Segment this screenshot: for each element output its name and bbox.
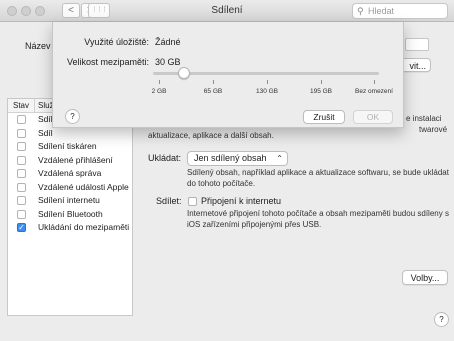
service-checkbox[interactable] — [17, 196, 26, 205]
computer-name-field[interactable] — [405, 38, 429, 51]
share-description: Internetové připojení tohoto počítače a … — [187, 209, 449, 229]
service-name: Vzdálené přihlášení — [38, 154, 113, 165]
slider-tick — [159, 80, 160, 84]
service-checkbox[interactable] — [17, 128, 26, 138]
service-name: Sdílení tiskáren — [38, 141, 97, 151]
search-field[interactable]: ⚲ Hledat — [352, 3, 448, 19]
checkmark-icon[interactable]: ✓ — [17, 223, 26, 232]
internet-sharing-label: Připojení k internetu — [201, 196, 282, 206]
service-name: Ukládání do mezipaměti — [38, 222, 130, 232]
cache-popup-value: Jen sdílený obsah — [194, 153, 267, 163]
service-name: Vzdálené události Apple — [38, 181, 129, 192]
service-row[interactable]: Sdílení tiskáren — [8, 140, 132, 154]
services-list: Stav Služ Sdíl Sdíl Sdílení tiskáren Vzd… — [7, 98, 133, 316]
service-description-fragment: e instalaci — [406, 114, 442, 123]
service-description-fragment: aktualizace, aplikace a další obsah. — [148, 131, 274, 140]
service-checkbox[interactable] — [17, 115, 26, 124]
slider-tick-label: 195 GB — [309, 88, 333, 95]
slider-tick-label: 65 GB — [203, 88, 223, 95]
title-bar: < > ⋮⋮⋮ Sdílení ⚲ Hledat — [0, 0, 454, 22]
cache-size-value: 30 GB — [155, 57, 181, 67]
slider-tick-label: Bez omezení — [355, 88, 393, 95]
cache-size-label: Velikost mezipaměti: — [66, 57, 149, 67]
slider-tick — [213, 80, 214, 84]
service-name: Sdílení Bluetooth — [38, 208, 103, 219]
ok-button[interactable]: OK — [353, 110, 393, 124]
service-row[interactable]: Sdíl — [8, 127, 132, 141]
slider-tick — [267, 80, 268, 84]
service-description-fragment: twarové — [419, 125, 448, 134]
internet-sharing-checkbox[interactable] — [188, 197, 197, 206]
status-column-header: Stav — [13, 101, 30, 110]
service-row[interactable]: Sdílení internetu — [8, 194, 132, 208]
cache-description: Sdílený obsah, například aplikace a aktu… — [187, 168, 449, 188]
service-name: Sdílení internetu — [38, 195, 100, 205]
cache-label: Ukládat: — [148, 153, 182, 163]
search-icon: ⚲ — [357, 6, 364, 16]
slider-tick — [374, 80, 375, 84]
service-checkbox[interactable] — [17, 182, 26, 192]
search-placeholder: Hledat — [368, 6, 395, 16]
cache-settings-sheet: Využité úložiště: Žádné Velikost mezipam… — [52, 22, 404, 128]
help-button[interactable]: ? — [434, 312, 449, 327]
slider-tick — [321, 80, 322, 84]
slider-tick-label: 130 GB — [255, 88, 279, 95]
cache-popup[interactable]: Jen sdílený obsah ⌃ — [187, 151, 288, 166]
service-checkbox[interactable] — [17, 169, 26, 178]
cancel-button[interactable]: Zrušit — [303, 110, 345, 124]
service-row[interactable]: Vzdálená správa — [8, 167, 132, 181]
share-label: Sdílet: — [156, 196, 182, 206]
service-checkbox[interactable] — [17, 142, 26, 151]
slider-tick-label: 2 GB — [151, 88, 167, 95]
computer-name-label: Název — [25, 41, 51, 51]
cache-size-slider-knob[interactable] — [178, 67, 190, 79]
service-row[interactable]: Sdílení Bluetooth — [8, 208, 132, 222]
used-storage-label: Využité úložiště: — [84, 37, 149, 47]
service-checkbox[interactable] — [17, 209, 26, 219]
service-name: Vzdálená správa — [38, 168, 102, 178]
options-button[interactable]: Volby... — [402, 270, 448, 285]
service-row[interactable]: Vzdálené události Apple — [8, 181, 132, 195]
service-name: Sdíl — [38, 127, 53, 138]
sheet-help-button[interactable]: ? — [65, 109, 80, 124]
service-row-selected[interactable]: ✓ Ukládání do mezipaměti — [8, 221, 132, 235]
used-storage-value: Žádné — [155, 37, 181, 47]
service-checkbox[interactable] — [17, 155, 26, 165]
service-name: Sdíl — [38, 114, 53, 124]
service-row[interactable]: Vzdálené přihlášení — [8, 154, 132, 168]
column-separator — [34, 99, 35, 113]
updown-arrows-icon: ⌃ — [276, 154, 283, 163]
